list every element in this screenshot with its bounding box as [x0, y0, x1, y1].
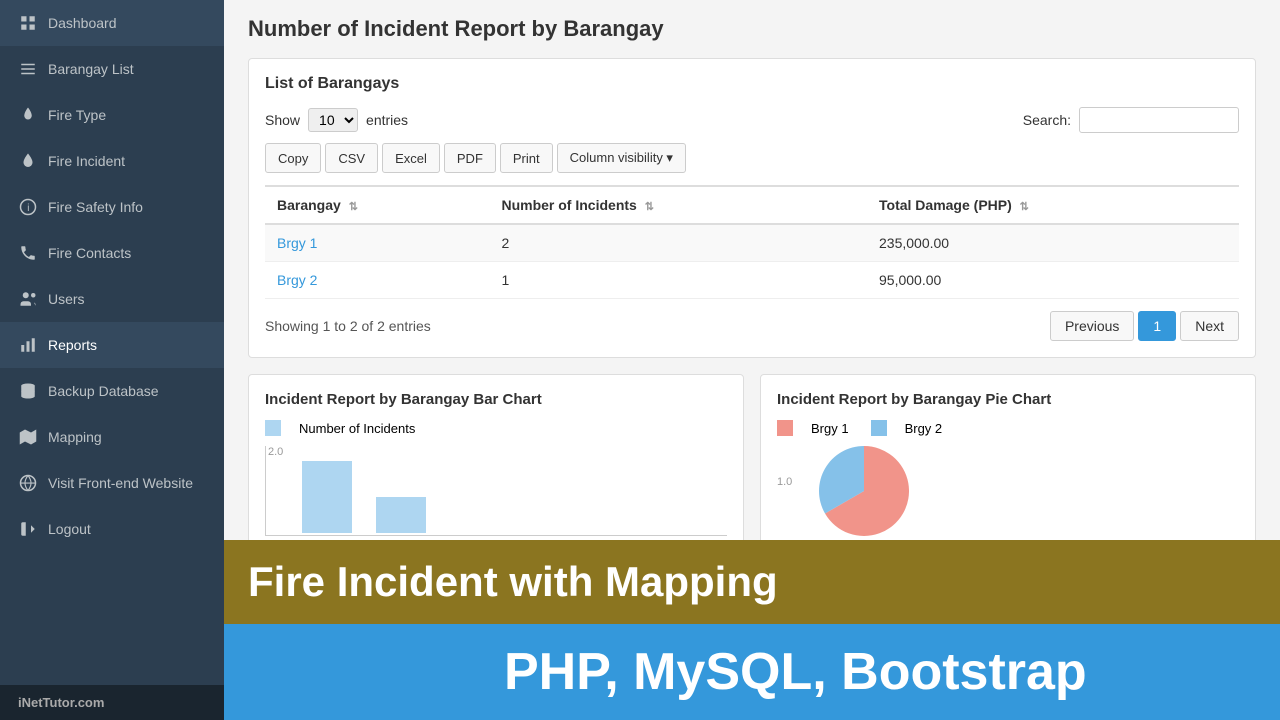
- globe-icon: [18, 473, 38, 493]
- barangay-cell[interactable]: Brgy 1: [265, 224, 489, 262]
- table-row: Brgy 2 1 95,000.00: [265, 262, 1239, 299]
- sidebar-item-label: Logout: [48, 521, 91, 537]
- copy-button[interactable]: Copy: [265, 143, 321, 173]
- svg-text:i: i: [27, 203, 29, 214]
- sidebar-item-dashboard[interactable]: Dashboard: [0, 0, 224, 46]
- sidebar-item-label: Visit Front-end Website: [48, 475, 193, 491]
- bar: [376, 497, 426, 533]
- table-card: List of Barangays Show 10 25 50 entries …: [248, 58, 1256, 358]
- sidebar-item-barangay-list[interactable]: Barangay List: [0, 46, 224, 92]
- database-icon: [18, 381, 38, 401]
- sidebar-item-fire-safety-info[interactable]: i Fire Safety Info: [0, 184, 224, 230]
- sidebar-item-label: Reports: [48, 337, 97, 353]
- pagination: Previous 1 Next: [1050, 311, 1239, 341]
- list-icon: [18, 59, 38, 79]
- sidebar-item-fire-incident[interactable]: Fire Incident: [0, 138, 224, 184]
- sidebar-item-backup-database[interactable]: Backup Database: [0, 368, 224, 414]
- sort-icon-damage: ⇅: [1020, 200, 1029, 213]
- sidebar-item-label: Fire Safety Info: [48, 199, 143, 215]
- sidebar-item-label: Fire Contacts: [48, 245, 131, 261]
- logout-icon: [18, 519, 38, 539]
- bar-chart-card: Incident Report by Barangay Bar Chart Nu…: [248, 374, 744, 553]
- pie-legend-dot-1: [777, 420, 793, 436]
- excel-button[interactable]: Excel: [382, 143, 440, 173]
- sidebar-item-mapping[interactable]: Mapping: [0, 414, 224, 460]
- bar-y-label: 2.0: [268, 446, 283, 458]
- col-barangay[interactable]: Barangay ⇅: [265, 186, 489, 224]
- pie-svg: [819, 431, 909, 551]
- grid-icon: [18, 13, 38, 33]
- search-input[interactable]: [1079, 107, 1239, 133]
- pie-chart-title: Incident Report by Barangay Pie Chart: [777, 391, 1239, 408]
- bar-chart-legend: Number of Incidents: [265, 420, 727, 436]
- pie-chart-card: Incident Report by Barangay Pie Chart Br…: [760, 374, 1256, 553]
- pie-y-label: 1.0: [777, 446, 792, 488]
- flame-icon: [18, 105, 38, 125]
- print-button[interactable]: Print: [500, 143, 553, 173]
- incidents-cell: 1: [489, 262, 867, 299]
- next-button[interactable]: Next: [1180, 311, 1239, 341]
- sidebar-item-reports[interactable]: Reports: [0, 322, 224, 368]
- table-controls-top: Show 10 25 50 entries Search:: [265, 107, 1239, 133]
- show-entries: Show 10 25 50 entries: [265, 108, 408, 132]
- data-table: Barangay ⇅ Number of Incidents ⇅ Total D…: [265, 185, 1239, 299]
- col-damage[interactable]: Total Damage (PHP) ⇅: [867, 186, 1239, 224]
- damage-cell: 95,000.00: [867, 262, 1239, 299]
- sidebar-footer: iNetTutor.com: [0, 685, 224, 720]
- sidebar-item-label: Backup Database: [48, 383, 159, 399]
- sort-icon-incidents: ⇅: [645, 200, 654, 213]
- sidebar-item-label: Dashboard: [48, 15, 117, 31]
- search-box: Search:: [1023, 107, 1239, 133]
- pdf-button[interactable]: PDF: [444, 143, 496, 173]
- sidebar-item-logout[interactable]: Logout: [0, 506, 224, 552]
- sidebar-item-label: Mapping: [48, 429, 102, 445]
- incidents-cell: 2: [489, 224, 867, 262]
- info-icon: i: [18, 197, 38, 217]
- sidebar-item-visit-frontend[interactable]: Visit Front-end Website: [0, 460, 224, 506]
- prev-button[interactable]: Previous: [1050, 311, 1134, 341]
- sidebar-item-users[interactable]: Users: [0, 276, 224, 322]
- bar: [302, 461, 352, 533]
- page-1-button[interactable]: 1: [1138, 311, 1176, 341]
- content-area: Number of Incident Report by Barangay Li…: [224, 0, 1280, 720]
- charts-row: Incident Report by Barangay Bar Chart Nu…: [248, 374, 1256, 553]
- main-content: Number of Incident Report by Barangay Li…: [224, 0, 1280, 720]
- bar-chart-title: Incident Report by Barangay Bar Chart: [265, 391, 727, 408]
- card-title: List of Barangays: [265, 75, 1239, 93]
- barangay-cell[interactable]: Brgy 2: [265, 262, 489, 299]
- sort-icon-barangay: ⇅: [349, 200, 358, 213]
- sidebar-item-label: Fire Incident: [48, 153, 125, 169]
- entries-select[interactable]: 10 25 50: [308, 108, 358, 132]
- csv-button[interactable]: CSV: [325, 143, 378, 173]
- sidebar: Dashboard Barangay List Fire Type Fire I…: [0, 0, 224, 720]
- col-incidents[interactable]: Number of Incidents ⇅: [489, 186, 867, 224]
- column-visibility-button[interactable]: Column visibility ▾: [557, 143, 686, 173]
- pie-chart-area: 1.0: [777, 446, 1239, 536]
- export-buttons: Copy CSV Excel PDF Print Column visibili…: [265, 143, 1239, 173]
- entries-info: Showing 1 to 2 of 2 entries: [265, 318, 431, 334]
- sidebar-item-label: Fire Type: [48, 107, 106, 123]
- sidebar-item-label: Users: [48, 291, 85, 307]
- damage-cell: 235,000.00: [867, 224, 1239, 262]
- table-row: Brgy 1 2 235,000.00: [265, 224, 1239, 262]
- fire-icon: [18, 151, 38, 171]
- sidebar-item-fire-contacts[interactable]: Fire Contacts: [0, 230, 224, 276]
- users-icon: [18, 289, 38, 309]
- sidebar-item-fire-type[interactable]: Fire Type: [0, 92, 224, 138]
- chart-icon: [18, 335, 38, 355]
- sidebar-item-label: Barangay List: [48, 61, 134, 77]
- bar-chart-area: 2.0: [265, 446, 727, 536]
- bar-legend-dot: [265, 420, 281, 436]
- phone-icon: [18, 243, 38, 263]
- table-footer: Showing 1 to 2 of 2 entries Previous 1 N…: [265, 311, 1239, 341]
- page-title: Number of Incident Report by Barangay: [248, 16, 1256, 42]
- map-icon: [18, 427, 38, 447]
